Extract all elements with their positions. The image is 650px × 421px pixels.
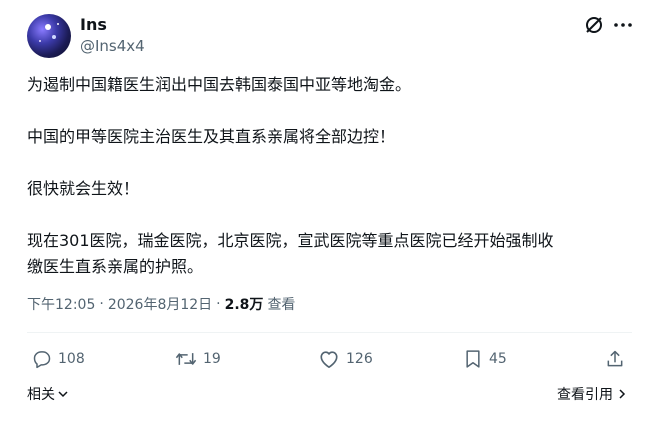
- views-count[interactable]: 2.8万: [225, 294, 264, 314]
- divider: [27, 332, 632, 333]
- related-link[interactable]: 相关: [27, 384, 69, 404]
- bookmark-button[interactable]: 45: [463, 344, 507, 374]
- chevron-right-icon: [619, 389, 626, 399]
- like-icon: [320, 351, 338, 368]
- action-bar: 108 19 126 45: [27, 344, 632, 374]
- post-header: Ins @Ins4x4: [0, 0, 650, 70]
- grok-icon[interactable]: [583, 14, 605, 36]
- post-paragraph: 为遏制中国籍医生润出中国去韩国泰国中亚等地淘金。: [27, 75, 412, 94]
- related-label: 相关: [27, 387, 55, 403]
- view-quotes-link[interactable]: 查看引用: [557, 384, 627, 404]
- chevron-down-icon: [58, 391, 68, 398]
- meta-separator: ·: [99, 296, 104, 312]
- view-quotes-label: 查看引用: [557, 387, 613, 403]
- share-icon: [607, 350, 623, 367]
- share-button[interactable]: [605, 344, 631, 374]
- meta-separator: ·: [216, 296, 221, 312]
- reply-button[interactable]: 108: [32, 344, 85, 374]
- post-paragraph: 很快就会生效！: [27, 179, 140, 198]
- more-icon[interactable]: [612, 14, 634, 36]
- post-paragraph: 中国的甲等医院主治医生及其直系亲属将全部边控！: [27, 127, 396, 146]
- like-button[interactable]: 126: [318, 344, 373, 374]
- reply-icon: [33, 351, 51, 369]
- repost-button[interactable]: 19: [175, 344, 221, 374]
- avatar[interactable]: [27, 14, 71, 58]
- post-date[interactable]: 2026年8月12日: [108, 294, 212, 314]
- views-label[interactable]: 查看: [267, 294, 295, 314]
- bookmark-count: 45: [489, 351, 507, 367]
- post-text: 为遏制中国籍医生润出中国去韩国泰国中亚等地淘金。 中国的甲等医院主治医生及其直系…: [27, 72, 627, 280]
- author-display-name[interactable]: Ins: [80, 15, 107, 34]
- reply-count: 108: [58, 351, 85, 367]
- post-paragraph: 现在301医院，瑞金医院，北京医院，宣武医院等重点医院已经开始强制收 缴医生直系…: [27, 231, 554, 276]
- retweet-icon: [175, 353, 197, 365]
- post-time[interactable]: 下午12:05: [27, 294, 95, 314]
- repost-count: 19: [203, 351, 221, 367]
- bookmark-icon: [466, 350, 480, 368]
- post-meta: 下午12:05 · 2026年8月12日 · 2.8万 查看: [27, 294, 295, 314]
- like-count: 126: [346, 351, 373, 367]
- author-handle[interactable]: @Ins4x4: [80, 37, 145, 55]
